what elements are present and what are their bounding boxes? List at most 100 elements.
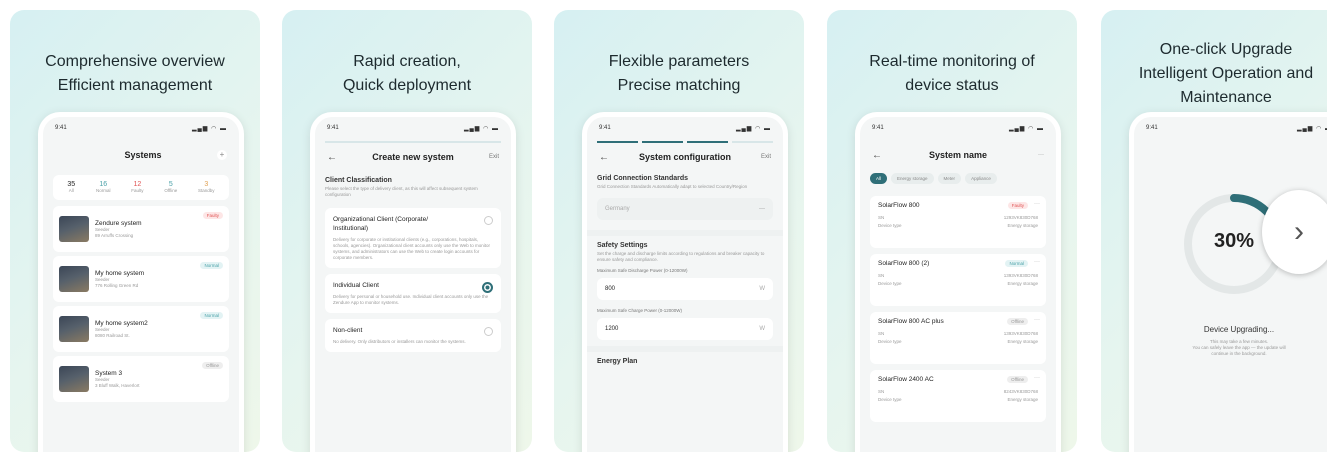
exit-button[interactable]: Exit — [485, 154, 499, 160]
system-list-item[interactable]: System 3 Seeder 3 Bluff Walk, Haverlort Off… — [53, 356, 229, 402]
card-title: Real-time monitoring of device status — [869, 53, 1035, 94]
grid-standards-title: Grid Connection Standards — [597, 175, 689, 182]
signal-wifi-battery-icon: ▂▄▆ ◠ ▬ — [1008, 126, 1044, 132]
unit-label: W — [759, 326, 765, 332]
system-thumbnail — [59, 316, 89, 342]
system-thumbnail — [59, 216, 89, 242]
device-type-label: Device type — [878, 223, 902, 228]
status-badge: Faulty — [1007, 202, 1028, 209]
system-list-item[interactable]: My home system2 Seeder 8080 Railroad St. No… — [53, 306, 229, 352]
filter-chip[interactable]: All — [870, 173, 888, 184]
system-address: 89 Arruffs Crossing — [95, 232, 134, 238]
charge-power-input[interactable]: 1200 W — [597, 318, 773, 340]
device-type-label: Device type — [878, 397, 902, 402]
filter-chip[interactable]: Appliance — [965, 173, 997, 184]
energy-plan-title: Energy Plan — [597, 358, 638, 365]
card-title: Comprehensive overview Efficient managem… — [45, 53, 225, 94]
screenshot-card-systems: Comprehensive overview Efficient managem… — [10, 10, 260, 452]
filter-chip[interactable]: Energy storage — [891, 173, 934, 184]
status-badge: Faulty — [202, 212, 223, 219]
back-arrow-icon[interactable]: ← — [327, 152, 341, 163]
country-select[interactable]: Germany — — [597, 198, 773, 220]
status-bar: 9:41 ▂▄▆ ◠ ▬ — [43, 117, 239, 137]
client-option-description: Delivery for corporate or institutional … — [333, 237, 491, 260]
device-type-value: Energy storage — [1007, 281, 1038, 286]
stat-all[interactable]: 35 All — [67, 181, 75, 194]
discharge-power-value: 800 — [605, 286, 616, 292]
status-time: 9:41 — [599, 125, 611, 131]
phone-mockup: 9:41 ▂▄▆ ◠ ▬ Systems + 35 All 16 Normal 12… — [38, 112, 244, 452]
device-type-label: Device type — [878, 339, 902, 344]
safety-settings-title: Safety Settings — [597, 242, 648, 249]
sn-value: 8243VK830D768 — [1003, 389, 1038, 394]
nav-bar: ← System configuration Exit — [587, 143, 783, 171]
phone-mockup: 9:41 ▂▄▆ ◠ ▬ ← Create new system Exit Cl… — [310, 112, 516, 452]
sn-label: SN — [878, 215, 885, 220]
charge-power-label: Maximum Safe Charge Power (0-12000W) — [597, 308, 683, 313]
phone-mockup: 9:41 ▂▄▆ ◠ ▬ ← System configuration Exit… — [582, 112, 788, 452]
screenshot-card-configuration: Flexible parameters Precise matching 9:4… — [554, 10, 804, 452]
chevron-down-icon: — — [759, 206, 765, 212]
system-list-item[interactable]: Zendure system Seeder 89 Arruffs Crossing F… — [53, 206, 229, 252]
upgrade-title: Device Upgrading... — [1203, 325, 1275, 334]
charge-power-value: 1200 — [605, 326, 619, 332]
more-icon[interactable]: ··· — [1034, 317, 1040, 323]
next-slide-button[interactable]: › — [1262, 190, 1327, 274]
safety-settings-description: Set the charge and discharge limits acco… — [597, 251, 765, 262]
signal-wifi-battery-icon: ▂▄▆ ◠ ▬ — [191, 126, 227, 132]
stat-faulty[interactable]: 12 Faulty — [131, 181, 143, 194]
system-address: 776 Rolling Green Rd — [95, 282, 139, 288]
sn-label: SN — [878, 389, 885, 394]
radio-selected-icon[interactable] — [482, 282, 493, 293]
radio-unselected-icon[interactable] — [484, 216, 493, 225]
client-option[interactable]: Non-client No delivery. Only distributors… — [325, 319, 501, 352]
unit-label: W — [759, 286, 765, 292]
system-name: System 3 — [95, 369, 123, 377]
stat-standby[interactable]: 3 Standby — [198, 181, 215, 194]
status-badge: Offline — [1007, 318, 1028, 325]
status-bar: 9:41 ▂▄▆ ◠ ▬ — [1134, 117, 1327, 137]
radio-unselected-icon[interactable] — [484, 327, 493, 336]
filter-chip[interactable]: Meter — [937, 173, 962, 184]
status-time: 9:41 — [872, 125, 884, 131]
stat-normal[interactable]: 16 Normal — [96, 181, 111, 194]
card-title: One-click Upgrade Intelligent Operation … — [1138, 41, 1314, 106]
chevron-right-icon: › — [1294, 215, 1304, 248]
discharge-power-label: Maximum Safe Discharge Power (0-12000W) — [597, 268, 688, 273]
device-type-label: Device type — [878, 281, 902, 286]
status-bar: 9:41 ▂▄▆ ◠ ▬ — [315, 117, 511, 137]
client-option-title: Individual Client — [333, 282, 379, 289]
screenshot-card-monitoring: Real-time monitoring of device status 9:… — [827, 10, 1077, 452]
device-card[interactable]: SolarFlow 800 (2) Normal ··· SN 1393VK830D76… — [870, 254, 1046, 306]
more-icon[interactable]: ··· — [1034, 259, 1040, 265]
screenshot-card-create-system: Rapid creation, Quick deployment 9:41 ▂▄… — [282, 10, 532, 452]
add-system-button[interactable]: + — [217, 150, 227, 160]
client-option[interactable]: Individual Client Delivery for personal o… — [325, 274, 501, 313]
sn-label: SN — [878, 273, 885, 278]
back-arrow-icon[interactable]: ← — [872, 150, 886, 161]
exit-button[interactable]: Exit — [757, 154, 771, 160]
device-card[interactable]: SolarFlow 800 Faulty ··· SN 1293VK830D768 Dev… — [870, 196, 1046, 248]
discharge-power-input[interactable]: 800 W — [597, 278, 773, 300]
system-address: 3 Bluff Walk, Haverlort — [95, 382, 140, 388]
more-icon[interactable]: ··· — [1030, 152, 1044, 158]
card-title: Rapid creation, Quick deployment — [342, 53, 472, 94]
device-type-value: Energy storage — [1007, 223, 1038, 228]
system-list-item[interactable]: My home system Seeder 776 Rolling Green Rd… — [53, 256, 229, 302]
device-card[interactable]: SolarFlow 800 AC plus Offline ··· SN 1393VK8… — [870, 312, 1046, 364]
system-name: My home system — [95, 269, 145, 277]
device-type-value: Energy storage — [1007, 339, 1038, 344]
status-badge: Offline — [1007, 376, 1028, 383]
back-arrow-icon[interactable]: ← — [599, 152, 613, 163]
device-card[interactable]: SolarFlow 2400 AC Offline ··· SN 8243VK830D7… — [870, 370, 1046, 422]
system-name: My home system2 — [95, 319, 148, 327]
section-title: Client Classification — [325, 177, 392, 184]
system-thumbnail — [59, 366, 89, 392]
status-bar: 9:41 ▂▄▆ ◠ ▬ — [587, 117, 783, 137]
screen-title: System configuration — [638, 152, 731, 162]
client-option[interactable]: Organizational Client (Corporate/ Instit… — [325, 208, 501, 268]
more-icon[interactable]: ··· — [1034, 375, 1040, 381]
more-icon[interactable]: ··· — [1034, 201, 1040, 207]
status-time: 9:41 — [55, 125, 67, 131]
stat-offline[interactable]: 5 Offline — [164, 181, 177, 194]
